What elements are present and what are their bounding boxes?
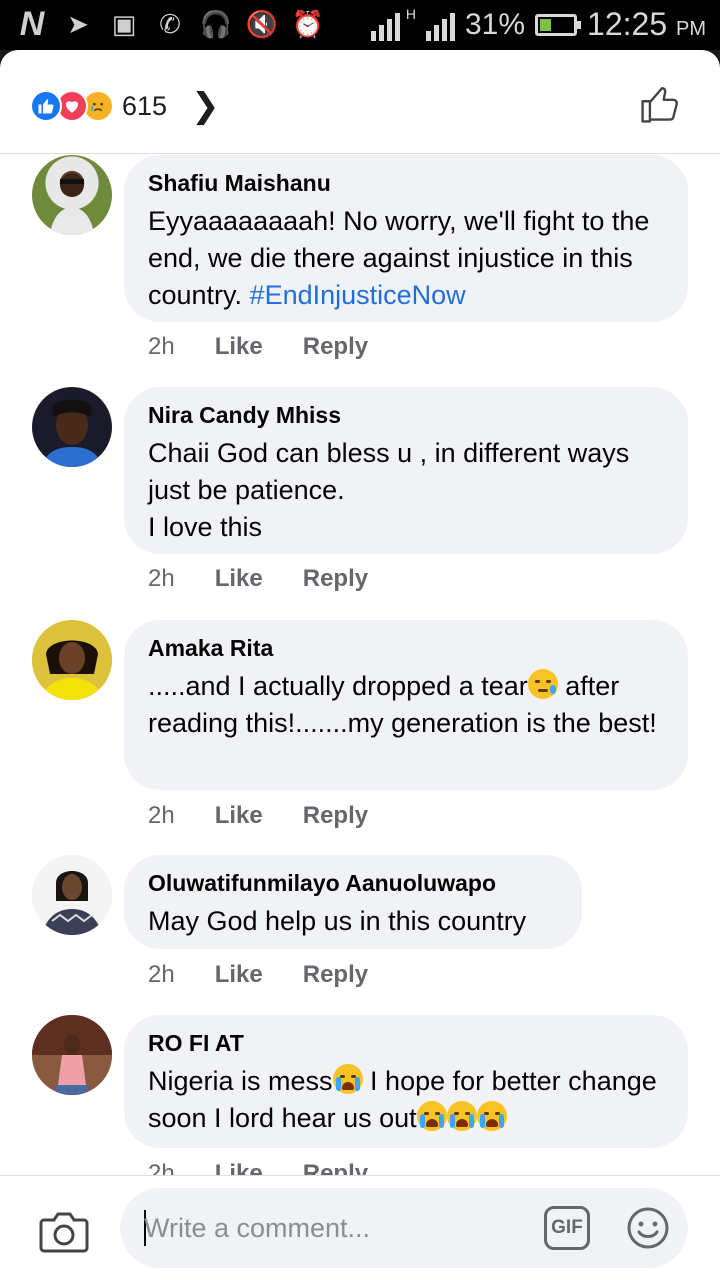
comment-text: Nigeria is mess I hope for better change… (148, 1063, 664, 1137)
mute-icon: 🔇 (245, 8, 279, 39)
comment-time: 2h (148, 961, 175, 988)
reply-comment-button[interactable]: Reply (303, 802, 368, 830)
like-comment-button[interactable]: Like (215, 333, 263, 361)
comment-body: .....and I actually dropped a tear (148, 671, 528, 701)
avatar[interactable] (32, 387, 112, 467)
hashtag-link[interactable]: #EndInjusticeNow (250, 280, 466, 310)
comment-actions: 2h Like Reply (148, 1160, 368, 1175)
status-bar: N ➤ ▣ ✆ 🎧 🔇 ⏰ H 31% 12:25 PM (0, 0, 720, 50)
emoji-button[interactable] (626, 1206, 670, 1250)
reply-comment-button[interactable]: Reply (303, 333, 368, 361)
crying-face-icon (476, 1101, 507, 1131)
comment-author[interactable]: Nira Candy Mhiss (148, 401, 664, 429)
telegram-icon: ➤ (67, 8, 89, 39)
crying-face-icon (416, 1101, 447, 1131)
comment-text: Eyyaaaaaaaah! No worry, we'll fight to t… (148, 203, 664, 314)
reply-comment-button[interactable]: Reply (303, 565, 368, 593)
whatsapp-icon: ✆ (159, 8, 181, 39)
camera-button[interactable] (38, 1210, 90, 1254)
signal-icon-2 (425, 9, 455, 41)
comment-bubble[interactable]: RO FI AT Nigeria is mess I hope for bett… (124, 1015, 688, 1148)
like-comment-button[interactable]: Like (215, 802, 263, 830)
reply-comment-button[interactable]: Reply (303, 961, 368, 989)
signal-icon (370, 9, 400, 41)
comment-list[interactable]: Shafiu Maishanu Eyyaaaaaaaah! No worry, … (0, 155, 720, 1175)
like-post-button[interactable] (636, 80, 684, 128)
gif-button[interactable]: GIF (544, 1206, 590, 1250)
comment-input[interactable] (144, 1208, 524, 1248)
comment-actions: 2h Like Reply (148, 961, 368, 989)
app-n-icon: N (19, 4, 45, 43)
reactions-summary[interactable]: 615 ❯ (30, 86, 220, 126)
alarm-icon: ⏰ (291, 8, 325, 39)
comment-author[interactable]: RO FI AT (148, 1029, 664, 1057)
smiley-icon (627, 1207, 669, 1249)
reaction-count: 615 (122, 90, 168, 121)
reply-comment-button[interactable]: Reply (303, 1160, 368, 1175)
comment-author[interactable]: Shafiu Maishanu (148, 169, 664, 197)
like-comment-button[interactable]: Like (215, 565, 263, 593)
comment-actions: 2h Like Reply (148, 565, 368, 593)
comment-actions: 2h Like Reply (148, 333, 368, 361)
notification-icons: N ➤ ▣ ✆ 🎧 🔇 ⏰ (14, 4, 326, 43)
crying-face-icon (446, 1101, 477, 1131)
avatar[interactable] (32, 155, 112, 235)
sleepy-face-icon (527, 669, 558, 699)
network-type: H (405, 6, 416, 22)
comment-composer: GIF (0, 1175, 720, 1280)
battery-percent: 31% (464, 7, 526, 41)
crying-face-icon (332, 1064, 363, 1094)
comment-text: .....and I actually dropped a tear after… (148, 668, 664, 742)
comment-bubble[interactable]: Oluwatifunmilayo Aanuoluwapo May God hel… (124, 855, 582, 949)
comment-bubble[interactable]: Shafiu Maishanu Eyyaaaaaaaah! No worry, … (124, 155, 688, 322)
comment-body: Nigeria is mess (148, 1066, 333, 1096)
comment-actions: 2h Like Reply (148, 802, 368, 830)
reactions-header: 615 ❯ (0, 50, 720, 154)
comments-sheet: 615 ❯ Shafiu Maishanu Eyyaaaaaaaah! No w… (0, 50, 720, 1280)
clock-suffix: PM (676, 18, 706, 40)
comment-time: 2h (148, 802, 175, 829)
headset-icon: 🎧 (199, 8, 233, 39)
image-icon: ▣ (111, 8, 137, 39)
comment-time: 2h (148, 333, 175, 360)
comment-author[interactable]: Oluwatifunmilayo Aanuoluwapo (148, 869, 558, 897)
clock-time: 12:25 (587, 6, 668, 42)
comment-bubble[interactable]: Nira Candy Mhiss Chaii God can bless u ,… (124, 387, 688, 554)
comment-input-wrapper[interactable]: GIF (120, 1188, 688, 1268)
comment-bubble[interactable]: Amaka Rita .....and I actually dropped a… (124, 620, 688, 790)
avatar[interactable] (32, 855, 112, 935)
comment-text: Chaii God can bless u , in different way… (148, 438, 630, 542)
comment-text: May God help us in this country (148, 906, 527, 936)
chevron-right-icon: ❯ (191, 86, 220, 126)
thumbs-up-icon (641, 87, 678, 123)
like-comment-button[interactable]: Like (215, 961, 263, 989)
camera-icon (39, 1212, 89, 1253)
like-comment-button[interactable]: Like (215, 1160, 263, 1175)
like-reaction-icon (30, 90, 62, 122)
avatar[interactable] (32, 1015, 112, 1095)
comment-author[interactable]: Amaka Rita (148, 634, 664, 662)
avatar[interactable] (32, 620, 112, 700)
comment-time: 2h (148, 565, 175, 592)
comment-time: 2h (148, 1160, 175, 1175)
clock: 12:25 PM (587, 6, 706, 43)
battery-icon (535, 13, 582, 36)
